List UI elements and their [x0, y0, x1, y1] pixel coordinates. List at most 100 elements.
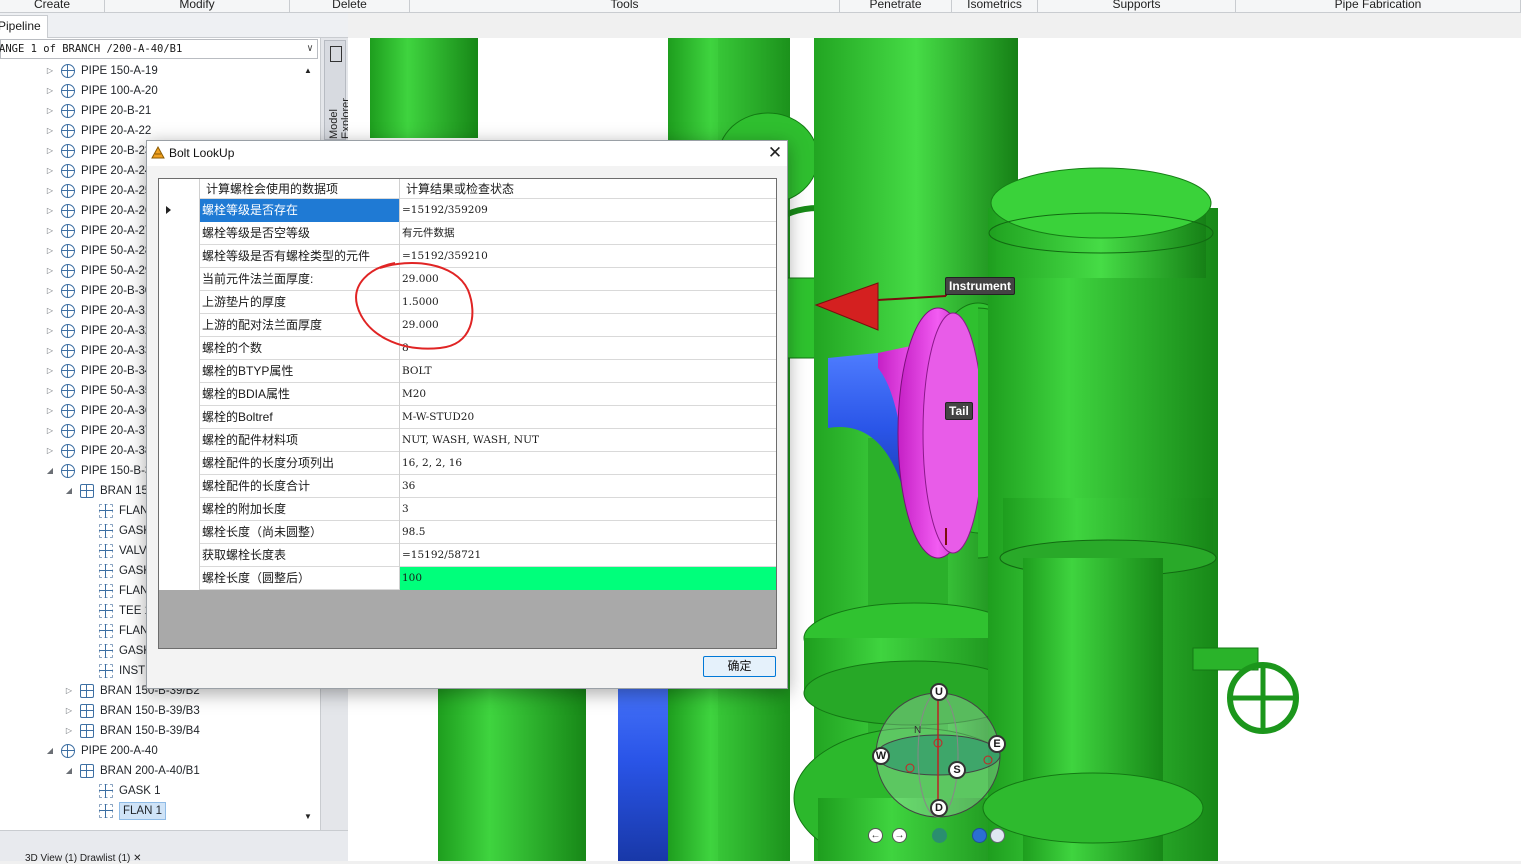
expand-triangle-icon[interactable]: ▷	[45, 401, 55, 421]
grid-row[interactable]: 螺栓配件的长度分项列出 16, 2, 2, 16	[159, 452, 776, 475]
ribbon-group-tools[interactable]: Tools	[410, 0, 840, 12]
row-header[interactable]	[159, 567, 200, 590]
tree-node[interactable]: ▷ PIPE 20-B-21	[0, 101, 298, 121]
ribbon-group-supports[interactable]: Supports	[1038, 0, 1236, 12]
expand-triangle-icon[interactable]: ▷	[45, 101, 55, 121]
expand-triangle-icon[interactable]: ▷	[45, 381, 55, 401]
grid-cell-item[interactable]: 螺栓配件的长度合计	[200, 475, 400, 498]
row-header[interactable]	[159, 383, 200, 406]
compass-east-button[interactable]: E	[988, 735, 1006, 753]
close-icon[interactable]: ✕	[765, 142, 785, 164]
collapse-triangle-icon[interactable]: ◢	[45, 741, 55, 761]
tree-node[interactable]: ▷ PIPE 150-A-19	[0, 61, 298, 81]
row-header[interactable]	[159, 475, 200, 498]
row-header[interactable]	[159, 268, 200, 291]
grid-cell-value[interactable]: 98.5	[400, 521, 776, 544]
grid-cell-item[interactable]: 上游垫片的厚度	[200, 291, 400, 314]
expand-triangle-icon[interactable]: ▷	[45, 221, 55, 241]
grid-cell-item[interactable]: 螺栓等级是否存在	[200, 199, 400, 222]
grid-cell-value[interactable]: =15192/359210	[400, 245, 776, 268]
compass-west-button[interactable]: W	[872, 747, 890, 765]
column-header-result[interactable]: 计算结果或检查状态	[400, 179, 776, 199]
scroll-up-icon[interactable]: ▲	[304, 66, 312, 75]
grid-cell-value[interactable]: =15192/359209	[400, 199, 776, 222]
tree-node[interactable]: GASK 1	[0, 781, 298, 801]
row-header[interactable]	[159, 498, 200, 521]
grid-cell-value[interactable]: M-W-STUD20	[400, 406, 776, 429]
collapse-triangle-icon[interactable]: ◢	[64, 761, 74, 781]
grid-cell-item[interactable]: 获取螺栓长度表	[200, 544, 400, 567]
row-header[interactable]	[159, 406, 200, 429]
grid-row[interactable]: 螺栓等级是否有螺栓类型的元件 =15192/359210	[159, 245, 776, 268]
ok-button[interactable]: 确定	[703, 656, 776, 677]
grid-cell-item[interactable]: 螺栓的BDIA属性	[200, 383, 400, 406]
grid-row[interactable]: 螺栓的个数 8	[159, 337, 776, 360]
compass-south-button[interactable]: S	[948, 761, 966, 779]
forward-arrow-icon[interactable]: →	[892, 828, 907, 843]
grid-cell-value[interactable]: 16, 2, 2, 16	[400, 452, 776, 475]
chevron-down-icon[interactable]: ∨	[307, 40, 313, 58]
tree-node[interactable]: ▷ PIPE 20-A-22	[0, 121, 298, 141]
grid-row[interactable]: 螺栓长度（圆整后） 100	[159, 567, 776, 590]
grid-cell-value[interactable]: 3	[400, 498, 776, 521]
model-explorer-side-tab[interactable]: Model Explorer	[324, 40, 352, 140]
grid-cell-value[interactable]: 29.000	[400, 268, 776, 291]
tab-pipeline[interactable]: Pipeline	[0, 15, 48, 38]
grid-row[interactable]: 当前元件法兰面厚度: 29.000	[159, 268, 776, 291]
grid-cell-item[interactable]: 上游的配对法兰面厚度	[200, 314, 400, 337]
grid-row[interactable]: 上游垫片的厚度 1.5000	[159, 291, 776, 314]
ribbon-group-delete[interactable]: Delete	[290, 0, 410, 12]
expand-triangle-icon[interactable]: ▷	[45, 321, 55, 341]
expand-triangle-icon[interactable]: ▷	[64, 681, 74, 701]
tree-node[interactable]: ◢ BRAN 200-A-40/B1	[0, 761, 298, 781]
expand-triangle-icon[interactable]: ▷	[45, 421, 55, 441]
grid-row[interactable]: 螺栓的附加长度 3	[159, 498, 776, 521]
element-selector-combo[interactable]: ANGE 1 of BRANCH /200-A-40/B1 ∨	[0, 39, 318, 59]
grid-cell-item[interactable]: 螺栓的Boltref	[200, 406, 400, 429]
grid-cell-item[interactable]: 螺栓长度（圆整后）	[200, 567, 400, 590]
tree-node[interactable]: ▷ BRAN 150-B-39/B4	[0, 721, 298, 741]
grid-cell-value[interactable]: 29.000	[400, 314, 776, 337]
row-header[interactable]	[159, 222, 200, 245]
grid-cell-value[interactable]: 36	[400, 475, 776, 498]
expand-triangle-icon[interactable]: ▷	[45, 281, 55, 301]
row-header[interactable]	[159, 337, 200, 360]
tree-node[interactable]: ▷ BRAN 150-B-39/B3	[0, 701, 298, 721]
grid-cell-value[interactable]: M20	[400, 383, 776, 406]
grid-cell-value[interactable]: 8	[400, 337, 776, 360]
row-header[interactable]	[159, 452, 200, 475]
expand-triangle-icon[interactable]: ▷	[45, 241, 55, 261]
grid-cell-value[interactable]: NUT, WASH, WASH, NUT	[400, 429, 776, 452]
ribbon-group-isometrics[interactable]: Isometrics	[952, 0, 1038, 12]
row-header[interactable]	[159, 291, 200, 314]
collapse-triangle-icon[interactable]: ◢	[64, 481, 74, 501]
expand-triangle-icon[interactable]: ▷	[45, 341, 55, 361]
expand-triangle-icon[interactable]: ▷	[45, 361, 55, 381]
expand-triangle-icon[interactable]: ▷	[45, 121, 55, 141]
grid-row[interactable]: 螺栓的BDIA属性 M20	[159, 383, 776, 406]
expand-triangle-icon[interactable]: ▷	[45, 81, 55, 101]
ribbon-group-penetrate[interactable]: Penetrate	[840, 0, 952, 12]
expand-triangle-icon[interactable]: ▷	[45, 261, 55, 281]
grid-cell-item[interactable]: 螺栓等级是否空等级	[200, 222, 400, 245]
grid-row[interactable]: 螺栓的Boltref M-W-STUD20	[159, 406, 776, 429]
grid-row[interactable]: 获取螺栓长度表 =15192/58721	[159, 544, 776, 567]
grid-row[interactable]: 螺栓长度（尚未圆整） 98.5	[159, 521, 776, 544]
row-header[interactable]	[159, 199, 200, 222]
view-cube-icon[interactable]	[990, 828, 1005, 843]
grid-row[interactable]: 螺栓的配件材料项 NUT, WASH, WASH, NUT	[159, 429, 776, 452]
view-dot-icon[interactable]	[932, 828, 947, 843]
grid-cell-item[interactable]: 螺栓配件的长度分项列出	[200, 452, 400, 475]
expand-triangle-icon[interactable]: ▷	[45, 181, 55, 201]
ribbon-group-modify[interactable]: Modify	[105, 0, 290, 12]
expand-triangle-icon[interactable]: ▷	[64, 721, 74, 741]
ribbon-group-create[interactable]: Create	[0, 0, 105, 12]
grid-cell-item[interactable]: 螺栓长度（尚未圆整）	[200, 521, 400, 544]
globe-icon[interactable]	[972, 828, 987, 843]
row-header[interactable]	[159, 245, 200, 268]
dialog-titlebar[interactable]: Bolt LookUp ✕	[147, 141, 787, 166]
column-header-item[interactable]: 计算螺栓会使用的数据项	[200, 179, 400, 199]
expand-triangle-icon[interactable]: ▷	[45, 161, 55, 181]
row-header[interactable]	[159, 521, 200, 544]
back-arrow-icon[interactable]: ←	[868, 828, 883, 843]
